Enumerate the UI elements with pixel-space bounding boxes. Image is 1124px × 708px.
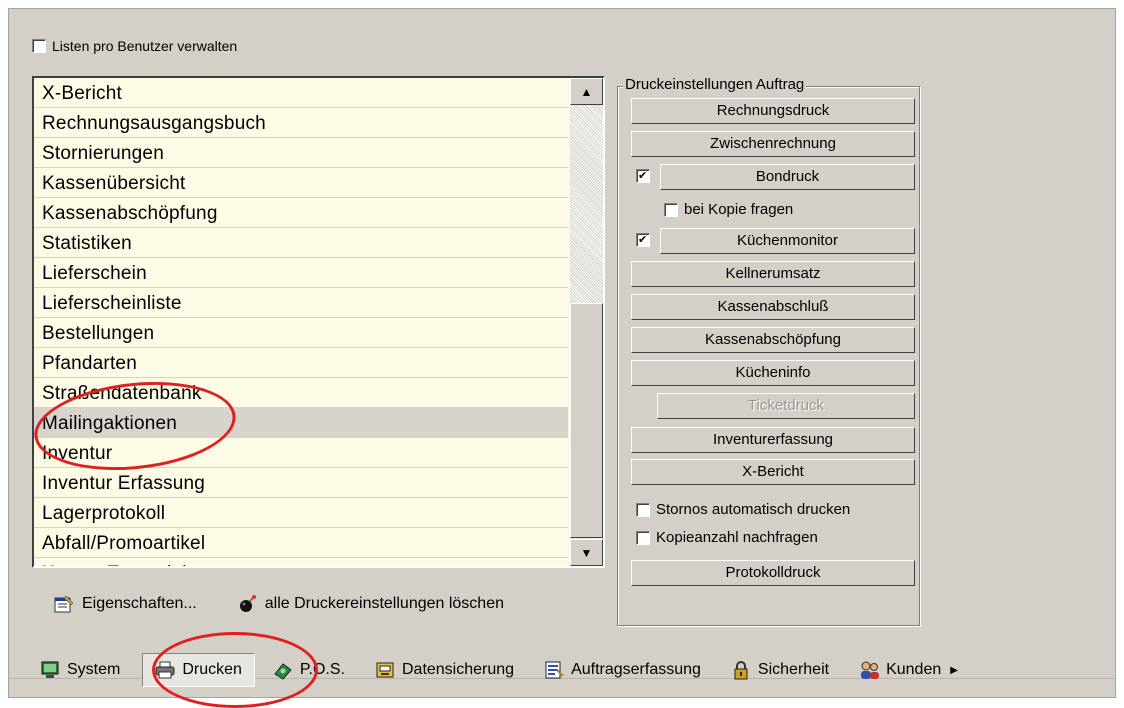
list-item[interactable]: Bestellungen <box>34 318 568 348</box>
kassenabschoepfung-button[interactable]: Kassenabschöpfung <box>631 327 915 353</box>
kuechenmonitor-button[interactable]: Küchenmonitor <box>660 228 915 254</box>
manage-per-user-checkbox[interactable] <box>32 39 46 53</box>
list-item[interactable]: Statistiken <box>34 228 568 258</box>
ticketdruck-button: Ticketdruck <box>657 393 915 419</box>
bei-kopie-fragen-option[interactable]: bei Kopie fragen <box>664 201 793 218</box>
manage-per-user-option[interactable]: Listen pro Benutzer verwalten <box>32 38 237 54</box>
scroll-down-button[interactable]: ▼ <box>570 539 603 566</box>
list-item[interactable]: Lieferscheinliste <box>34 288 568 318</box>
report-list-rows: X-Bericht Rechnungsausgangsbuch Stornierun… <box>34 78 568 566</box>
stornos-auto-option[interactable]: Stornos automatisch drucken <box>636 501 850 518</box>
report-list[interactable]: X-Bericht Rechnungsausgangsbuch Stornierun… <box>32 76 605 568</box>
printer-icon <box>155 660 175 680</box>
kuechenmonitor-checkbox[interactable] <box>636 233 650 247</box>
list-item[interactable]: X-Bericht <box>34 78 568 108</box>
money-icon <box>273 660 293 680</box>
kuecheninfo-button[interactable]: Kücheninfo <box>631 360 915 386</box>
tab-datensicherung-label: Datensicherung <box>401 661 515 678</box>
rechnungsdruck-button[interactable]: Rechnungsdruck <box>631 98 915 124</box>
kopieanzahl-option[interactable]: Kopieanzahl nachfragen <box>636 529 818 546</box>
delete-all-settings-button[interactable]: alle Druckereinstellungen löschen <box>237 594 504 614</box>
tab-sicherheit-label: Sicherheit <box>757 661 830 678</box>
list-item[interactable]: Inventur Erfassung <box>34 468 568 498</box>
tab-kunden-label: Kunden <box>886 661 942 678</box>
x-bericht-button[interactable]: X-Bericht <box>631 459 915 485</box>
bei-kopie-fragen-label: bei Kopie fragen <box>684 201 794 218</box>
properties-label: Eigenschaften... <box>82 595 197 612</box>
list-item[interactable]: Lagerprotokoll <box>34 498 568 528</box>
section-toolbar: System Drucken P.O.S. Datensicherung Auf… <box>40 653 988 687</box>
stornos-auto-label: Stornos automatisch drucken <box>656 501 851 518</box>
scroll-up-button[interactable]: ▲ <box>570 78 603 105</box>
bondruck-button[interactable]: Bondruck <box>660 164 915 190</box>
scroll-thumb[interactable] <box>570 303 603 538</box>
tab-kunden[interactable]: Kunden ▶ <box>859 660 958 680</box>
list-item[interactable]: Rechnungsausgangsbuch <box>34 108 568 138</box>
list-item[interactable]: Lieferschein <box>34 258 568 288</box>
properties-icon <box>54 594 74 614</box>
list-item[interactable]: Kassenabschöpfung <box>34 198 568 228</box>
kassenabschluss-button[interactable]: Kassenabschluß <box>631 294 915 320</box>
lock-icon <box>731 660 751 680</box>
tab-drucken[interactable]: Drucken <box>142 653 255 687</box>
stornos-auto-checkbox[interactable] <box>636 502 650 517</box>
bomb-icon <box>237 594 257 614</box>
list-item[interactable]: Pfandarten <box>34 348 568 378</box>
bei-kopie-fragen-checkbox[interactable] <box>664 202 678 217</box>
system-icon <box>40 660 60 680</box>
list-item[interactable]: Abfall/Promoartikel <box>34 528 568 558</box>
tab-pos[interactable]: P.O.S. <box>273 660 345 680</box>
properties-button[interactable]: Eigenschaften... <box>54 594 197 614</box>
list-item[interactable]: Straßendatenbank <box>34 378 568 408</box>
tab-auftragserfassung-label: Auftragserfassung <box>571 661 701 678</box>
tab-auftragserfassung[interactable]: Auftragserfassung <box>544 660 701 680</box>
tab-sicherheit[interactable]: Sicherheit <box>731 660 829 680</box>
zwischenrechnung-button[interactable]: Zwischenrechnung <box>631 131 915 157</box>
list-item[interactable]: Inventur <box>34 438 568 468</box>
list-item[interactable]: Kassenübersicht <box>34 168 568 198</box>
tab-drucken-label: Drucken <box>182 661 242 678</box>
tab-datensicherung[interactable]: Datensicherung <box>375 660 514 680</box>
delete-all-settings-label: alle Druckereinstellungen löschen <box>264 595 504 612</box>
list-item[interactable]: Stornierungen <box>34 138 568 168</box>
customers-icon <box>859 660 880 680</box>
list-item[interactable]: Kosten Transaktion <box>34 558 568 566</box>
tab-system-label: System <box>67 661 121 678</box>
manage-per-user-label: Listen pro Benutzer verwalten <box>52 38 238 54</box>
order-entry-icon <box>544 660 564 680</box>
print-settings-title: Druckeinstellungen Auftrag <box>623 76 807 93</box>
kellnerumsatz-button[interactable]: Kellnerumsatz <box>631 261 915 287</box>
bondruck-checkbox[interactable] <box>636 169 650 183</box>
kuechenmonitor-checkbox-row[interactable] <box>636 233 650 247</box>
list-scrollbar[interactable]: ▲ ▼ <box>570 78 603 566</box>
inventurerfassung-button[interactable]: Inventurerfassung <box>631 427 915 453</box>
backup-icon <box>375 660 395 680</box>
kopieanzahl-label: Kopieanzahl nachfragen <box>656 529 818 546</box>
bondruck-checkbox-row[interactable] <box>636 169 650 183</box>
list-actions: Eigenschaften... alle Druckereinstellung… <box>54 594 504 614</box>
kopieanzahl-checkbox[interactable] <box>636 530 650 545</box>
protokolldruck-button[interactable]: Protokolldruck <box>631 560 915 586</box>
chevron-right-icon[interactable]: ▶ <box>950 665 958 676</box>
list-item[interactable]: Mailingaktionen <box>34 408 568 438</box>
tab-system[interactable]: System <box>40 660 120 680</box>
tab-pos-label: P.O.S. <box>299 661 345 678</box>
